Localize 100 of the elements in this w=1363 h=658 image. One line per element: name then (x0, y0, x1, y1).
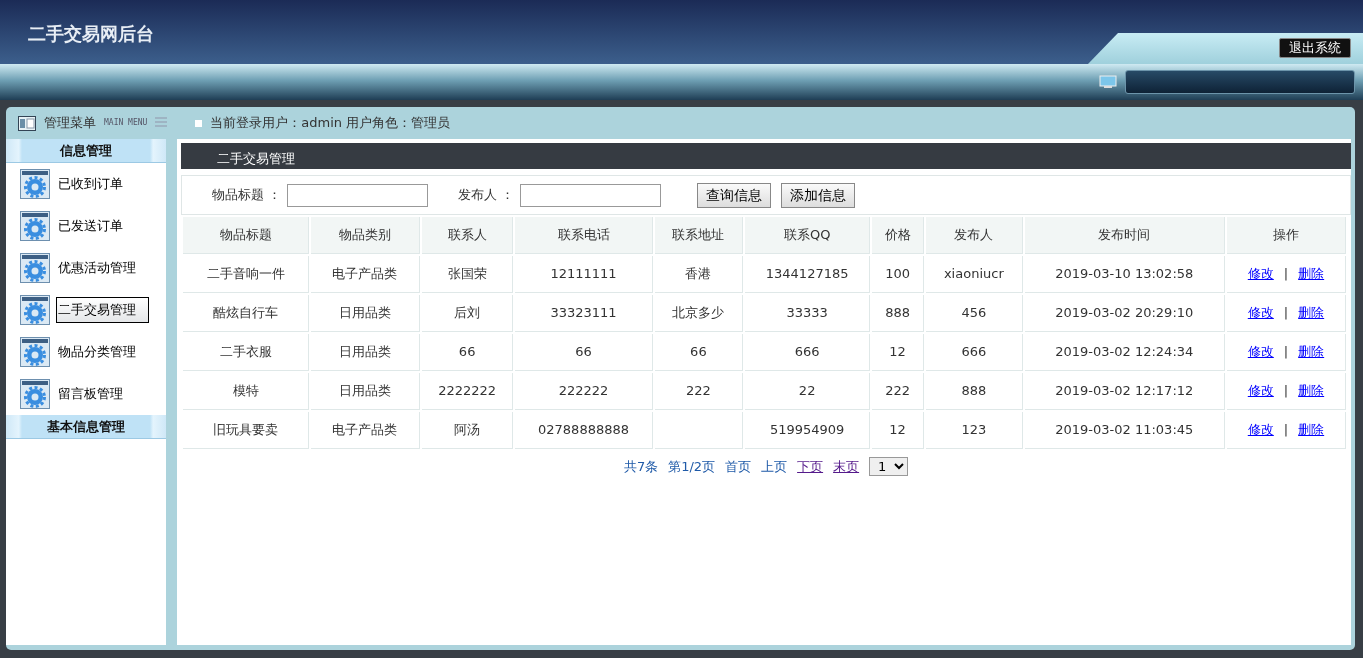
sidebar-item[interactable]: 已收到订单 (56, 171, 125, 197)
page-link[interactable]: 末页 (833, 457, 860, 477)
page-text: 首页 (725, 458, 752, 476)
table-cell: 12 (872, 334, 925, 371)
action-link[interactable]: 删除 (1298, 344, 1325, 360)
table-cell: 2019-03-10 13:02:58 (1024, 256, 1225, 293)
action-link[interactable]: 修改 (1247, 305, 1274, 321)
gear-icon (20, 379, 50, 409)
table-cell: 模特 (183, 373, 310, 410)
action-link[interactable]: 修改 (1247, 266, 1274, 282)
action-link[interactable]: 修改 (1247, 344, 1274, 360)
table-cell: 66 (421, 334, 514, 371)
sidebar-item[interactable]: 留言板管理 (56, 381, 125, 407)
table-cell: 519954909 (745, 412, 871, 449)
table-cell: 222222 (515, 373, 653, 410)
section-header[interactable]: 信息管理 (6, 139, 166, 163)
search-field[interactable] (287, 183, 429, 207)
panel-title: 二手交易管理 (181, 143, 1351, 169)
table-cell: 100 (872, 256, 925, 293)
separator: | (1283, 383, 1289, 399)
table-cell: 123 (926, 412, 1023, 449)
table-cell: 2019-03-02 11:03:45 (1024, 412, 1225, 449)
action-link[interactable]: 删除 (1298, 422, 1325, 438)
table-cell: 2019-03-02 12:17:12 (1024, 373, 1225, 410)
table-cell: 222 (872, 373, 925, 410)
table-cell: xiaoniucr (926, 256, 1023, 293)
action-button[interactable]: 查询信息 (697, 182, 772, 208)
logout-button[interactable]: 退出系统 (1279, 38, 1351, 58)
column-header: 操作 (1226, 217, 1346, 254)
column-header: 物品标题 (183, 217, 310, 254)
app-title: 二手交易网后台 (28, 22, 154, 46)
sidebar-item[interactable]: 物品分类管理 (56, 339, 138, 365)
action-link[interactable]: 删除 (1298, 266, 1325, 282)
gear-icon (20, 295, 50, 325)
sidebar-item[interactable]: 已发送订单 (56, 213, 125, 239)
field-label: 发布人 ： (458, 186, 515, 205)
table-cell: 66 (515, 334, 653, 371)
action-link[interactable]: 修改 (1247, 422, 1274, 438)
monitor-icon (1099, 75, 1117, 89)
column-header: 发布人 (926, 217, 1023, 254)
table-cell: 阿汤 (421, 412, 514, 449)
page-text: 第1/2页 (668, 458, 716, 476)
menu-subtitle: MAIN MENU (104, 117, 148, 129)
list-icon (155, 116, 168, 130)
table-cell: 12 (872, 412, 925, 449)
page-link[interactable]: 下页 (797, 457, 824, 477)
menu-title: 管理菜单 (44, 114, 96, 133)
bullet-icon (195, 119, 203, 127)
table-cell: 酷炫自行车 (183, 295, 310, 332)
table-cell: 33323111 (515, 295, 653, 332)
column-header: 联系电话 (515, 217, 653, 254)
page-text: 共7条 (623, 458, 659, 476)
separator: | (1283, 305, 1289, 321)
table-cell: 2222222 (421, 373, 514, 410)
column-header: 联系人 (421, 217, 514, 254)
separator: | (1283, 344, 1289, 360)
action-link[interactable]: 修改 (1247, 383, 1274, 399)
column-header: 发布时间 (1024, 217, 1225, 254)
search-field[interactable] (520, 183, 662, 207)
table-cell: 888 (926, 373, 1023, 410)
table-cell: 电子产品类 (311, 412, 420, 449)
action-link[interactable]: 删除 (1298, 305, 1325, 321)
separator: | (1283, 266, 1289, 282)
table-cell: 香港 (654, 256, 744, 293)
table-cell: 2019-03-02 12:24:34 (1024, 334, 1225, 371)
table-cell: 666 (745, 334, 871, 371)
table-cell: 2019-03-02 20:29:10 (1024, 295, 1225, 332)
table-cell: 222 (654, 373, 744, 410)
table-cell: 666 (926, 334, 1023, 371)
separator: | (1283, 422, 1289, 438)
table-cell: 22 (745, 373, 871, 410)
table-cell: 张国荣 (421, 256, 514, 293)
table-cell: 1344127185 (745, 256, 871, 293)
table-cell: 日用品类 (311, 295, 420, 332)
table-cell: 33333 (745, 295, 871, 332)
table-cell: 二手音响一件 (183, 256, 310, 293)
column-header: 价格 (872, 217, 925, 254)
page-select[interactable]: 1 (869, 457, 909, 477)
sidebar-item[interactable]: 优惠活动管理 (56, 255, 138, 281)
table-cell: 888 (872, 295, 925, 332)
action-button[interactable]: 添加信息 (781, 182, 856, 208)
table-cell: 旧玩具要卖 (183, 412, 310, 449)
sidebar-item[interactable]: 二手交易管理 (56, 297, 149, 323)
section-header[interactable]: 基本信息管理 (6, 415, 166, 439)
menu-icon (18, 115, 36, 131)
table-cell: 12111111 (515, 256, 653, 293)
user-info: 当前登录用户：admin 用户角色：管理员 (210, 114, 451, 133)
table-cell: 电子产品类 (311, 256, 420, 293)
gear-icon (20, 253, 50, 283)
table-cell: 后刘 (421, 295, 514, 332)
page-text: 上页 (761, 458, 788, 476)
table-cell: 北京多少 (654, 295, 744, 332)
table-cell: 日用品类 (311, 373, 420, 410)
table-cell: 日用品类 (311, 334, 420, 371)
field-label: 物品标题 ： (212, 186, 282, 205)
table-cell: 66 (654, 334, 744, 371)
column-header: 联系QQ (745, 217, 871, 254)
gear-icon (20, 337, 50, 367)
table-cell: 02788888888 (515, 412, 653, 449)
action-link[interactable]: 删除 (1298, 383, 1325, 399)
